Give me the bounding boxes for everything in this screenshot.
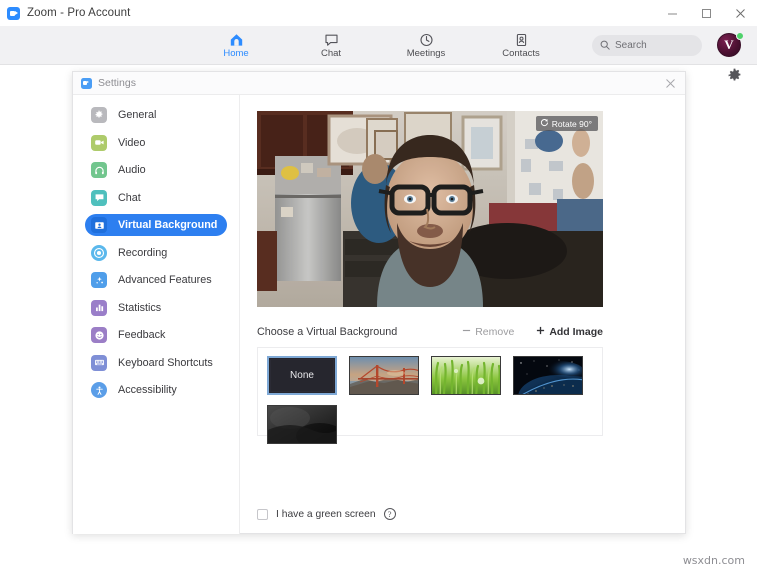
keyboard-icon <box>91 354 107 371</box>
background-thumbnail-golden-gate[interactable] <box>349 356 419 395</box>
nav-tab-home-label: Home <box>223 48 249 59</box>
rotate-icon <box>540 118 549 129</box>
chat-bubble-icon <box>324 32 339 47</box>
search-input[interactable]: Search <box>592 35 702 56</box>
status-badge <box>736 32 744 40</box>
virtual-background-grid: None <box>257 347 603 444</box>
person-card-icon <box>91 217 107 233</box>
headphones-icon <box>91 162 107 178</box>
settings-sidebar: General Video Audio Chat Virtual Backgro… <box>73 95 240 534</box>
zoom-camera-icon <box>81 77 92 89</box>
add-image-button-label: Add Image <box>549 326 603 338</box>
settings-dialog: Settings General Video Audio Chat Virtua… <box>72 71 686 534</box>
sidebar-item-accessibility-label: Accessibility <box>118 384 177 396</box>
maximize-icon[interactable] <box>689 0 723 26</box>
gear-icon[interactable] <box>725 66 743 84</box>
sidebar-item-advanced-features[interactable]: Advanced Features <box>85 269 227 291</box>
avatar[interactable]: V <box>717 32 744 59</box>
nav-tab-contacts-label: Contacts <box>502 48 540 59</box>
settings-title: Settings <box>98 77 136 89</box>
webcam-feed <box>257 111 603 307</box>
accessibility-person-icon <box>91 382 107 398</box>
sidebar-item-virtual-background[interactable]: Virtual Background <box>85 214 227 236</box>
contact-card-icon <box>514 32 529 47</box>
sidebar-item-chat[interactable]: Chat <box>85 187 227 209</box>
background-thumbnail-none-label: None <box>290 370 314 381</box>
background-thumbnail-dark-abstract[interactable] <box>267 405 337 444</box>
smiley-icon <box>91 327 107 343</box>
sidebar-item-advanced-features-label: Advanced Features <box>118 274 212 286</box>
rotate-90-label: Rotate 90° <box>551 118 592 129</box>
virtual-background-actions: Remove Add Image <box>462 326 603 338</box>
window-controls <box>655 0 757 26</box>
nav-tab-contacts[interactable]: Contacts <box>492 32 550 59</box>
nav-tab-home[interactable]: Home <box>207 32 265 59</box>
background-thumbnail-none[interactable]: None <box>267 356 337 395</box>
sidebar-item-video[interactable]: Video <box>85 132 227 154</box>
settings-titlebar: Settings <box>73 72 685 95</box>
sidebar-item-general-label: General <box>118 109 157 121</box>
sidebar-item-accessibility[interactable]: Accessibility <box>85 379 227 401</box>
chat-bubble-icon <box>91 189 107 206</box>
gear-icon <box>91 107 107 123</box>
grass-image <box>432 357 500 394</box>
sidebar-item-keyboard-shortcuts-label: Keyboard Shortcuts <box>118 356 213 369</box>
sidebar-item-statistics-label: Statistics <box>118 301 162 314</box>
plus-icon <box>536 326 545 338</box>
dark-abstract-image <box>268 406 336 443</box>
sidebar-item-recording-label: Recording <box>118 246 168 259</box>
clock-icon <box>419 32 434 47</box>
add-image-button[interactable]: Add Image <box>536 326 603 338</box>
sidebar-item-keyboard-shortcuts[interactable]: Keyboard Shortcuts <box>85 352 227 374</box>
background-thumbnail-grass[interactable] <box>431 356 501 395</box>
green-screen-label: I have a green screen <box>276 508 376 520</box>
nav-tab-chat-label: Chat <box>320 48 342 59</box>
close-icon[interactable] <box>723 0 757 26</box>
main-navbar: Home Chat Meetings Contacts Search V <box>0 26 757 65</box>
golden-gate-image <box>350 357 418 394</box>
sidebar-item-statistics[interactable]: Statistics <box>85 297 227 319</box>
sidebar-item-recording[interactable]: Recording <box>85 242 227 264</box>
rotate-90-button[interactable]: Rotate 90° <box>535 116 598 131</box>
sidebar-item-feedback[interactable]: Feedback <box>85 324 227 346</box>
virtual-background-title: Choose a Virtual Background <box>257 326 398 338</box>
virtual-background-header: Choose a Virtual Background Remove Add I… <box>257 326 603 338</box>
video-camera-icon <box>91 134 107 151</box>
bar-chart-icon <box>91 299 107 316</box>
green-screen-checkbox[interactable] <box>257 508 268 520</box>
minimize-icon[interactable] <box>655 0 689 26</box>
titlebar-left: Zoom - Pro Account <box>0 6 131 20</box>
window-titlebar: Zoom - Pro Account <box>0 0 757 26</box>
background-thumbnail-earth[interactable] <box>513 356 583 395</box>
remove-button-label: Remove <box>475 326 515 338</box>
sparkle-icon <box>91 272 107 288</box>
sidebar-item-audio[interactable]: Audio <box>85 159 227 181</box>
question-mark-icon[interactable]: ? <box>383 508 396 520</box>
video-preview: Rotate 90° <box>257 111 603 307</box>
settings-content: Rotate 90° Choose a Virtual Background R… <box>240 95 685 534</box>
search-placeholder: Search <box>615 40 647 51</box>
window-title: Zoom - Pro Account <box>27 7 131 19</box>
sidebar-item-feedback-label: Feedback <box>118 329 166 341</box>
settings-body: General Video Audio Chat Virtual Backgro… <box>73 95 685 534</box>
sidebar-item-virtual-background-label: Virtual Background <box>118 219 218 231</box>
zoom-app-window: Zoom - Pro Account Home Chat Meetings Co… <box>0 0 757 545</box>
sidebar-item-general[interactable]: General <box>85 104 227 126</box>
record-circle-icon <box>91 244 107 261</box>
nav-tab-meetings[interactable]: Meetings <box>397 32 455 59</box>
nav-tab-meetings-label: Meetings <box>406 48 446 59</box>
sidebar-item-chat-label: Chat <box>118 191 141 204</box>
home-icon <box>229 32 244 47</box>
close-icon[interactable] <box>662 75 679 92</box>
minus-icon <box>462 326 471 338</box>
watermark: wsxdn.com <box>682 554 745 567</box>
sidebar-item-video-label: Video <box>118 136 146 149</box>
nav-tab-chat[interactable]: Chat <box>302 32 360 59</box>
sidebar-item-audio-label: Audio <box>118 164 146 176</box>
zoom-camera-icon <box>7 6 20 20</box>
remove-button[interactable]: Remove <box>462 326 514 338</box>
search-icon <box>600 37 610 55</box>
green-screen-row[interactable]: I have a green screen ? <box>257 508 396 520</box>
earth-space-image <box>514 357 582 394</box>
